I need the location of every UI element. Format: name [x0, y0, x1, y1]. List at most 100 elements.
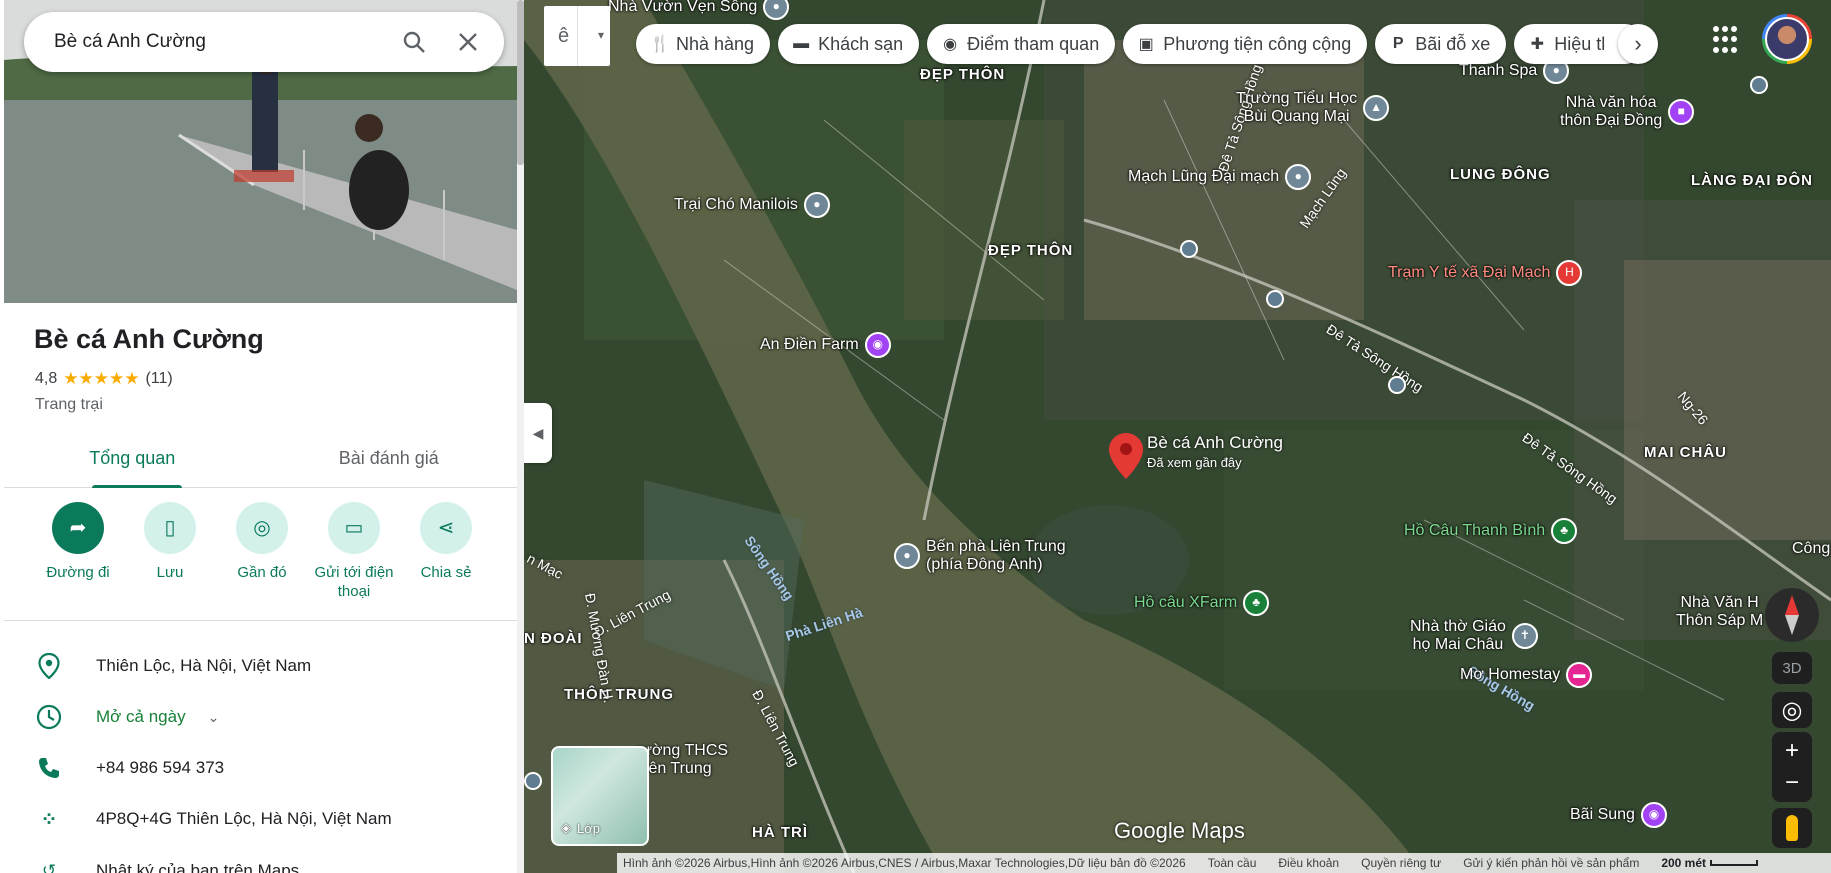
poi-nha-van-thon-sap[interactable]: Nhà Văn H Thôn Sáp M: [1676, 594, 1763, 631]
collapse-panel-button[interactable]: ◀: [524, 403, 552, 463]
feedback-link[interactable]: Gửi ý kiến phản hồi về sản phẩm: [1463, 856, 1639, 870]
tab-reviews[interactable]: Bài đánh giá: [261, 436, 518, 487]
nearby-button[interactable]: ◎ Gần đó: [216, 502, 308, 602]
imagery-credit: Hình ảnh ©2026 Airbus,Hình ảnh ©2026 Air…: [623, 856, 1186, 870]
layers-text: Lớp: [577, 820, 600, 836]
camera-icon: ◉: [864, 332, 891, 358]
bus-stop-icon[interactable]: [1266, 290, 1284, 308]
bus-stop-icon[interactable]: [524, 772, 542, 790]
input-tools-button[interactable]: ê ▾: [544, 6, 610, 66]
poi-ben-pha[interactable]: Bến phà Liên Trung (phía Đông Anh) ●: [894, 538, 1066, 575]
poi-truong-tieu-hoc[interactable]: Trường Tiểu Học Bùi Quang Mại ▲: [1236, 90, 1390, 127]
poi-mach-lung[interactable]: Mạch Lũng Đại mạch ●: [1128, 164, 1312, 190]
poi-nha-vuon[interactable]: Nhà Vườn Vẹn Sông ●: [608, 0, 790, 20]
terms-link[interactable]: Điều khoản: [1278, 856, 1339, 870]
chip-label: Khách sạn: [818, 33, 904, 54]
panel-scrollbar[interactable]: [517, 0, 524, 873]
zoom-in-button[interactable]: +: [1785, 737, 1799, 765]
hours-row[interactable]: Mở cả ngày ⌄: [34, 702, 219, 732]
close-icon[interactable]: [448, 22, 488, 62]
action-label: Gửi tới điện thoại: [314, 564, 394, 600]
chip-parking[interactable]: P Bãi đỗ xe: [1375, 24, 1507, 64]
divider: [577, 6, 578, 66]
poi-ho-cau-thanh-binh[interactable]: Hồ Câu Thanh Bình ♣: [1404, 518, 1578, 544]
layers-button[interactable]: ◈ Lớp: [551, 746, 649, 846]
poi-truong-thcs[interactable]: rường THCS Liên Trung: [636, 742, 728, 779]
poi-trai-cho[interactable]: Trại Chó Manilois ●: [674, 192, 830, 218]
privacy-link[interactable]: Quyền riêng tư: [1361, 856, 1441, 870]
poi-tram-y-te[interactable]: Trạm Y tế xã Đại Mạch H: [1388, 260, 1583, 286]
plus-code-row[interactable]: ⁘ 4P8Q+4G Thiên Lộc, Hà Nội, Việt Nam: [34, 804, 392, 834]
scale-bar[interactable]: 200 mét: [1661, 856, 1759, 870]
map-canvas[interactable]: ĐẸP THÔN ĐẸP THÔN LUNG ĐÔNG LÀNG ĐẠI ĐÔN…: [524, 0, 1831, 873]
share-button[interactable]: ⋖ Chia sẻ: [400, 502, 492, 602]
clock-icon: [34, 702, 64, 732]
layers-icon: ◈: [561, 820, 571, 835]
bus-stop-icon[interactable]: [1180, 240, 1198, 258]
church-icon: ✝: [1511, 623, 1538, 650]
place-category[interactable]: Trang trại: [35, 396, 103, 414]
search-icon[interactable]: [394, 22, 434, 62]
bus-stop-icon[interactable]: [1388, 376, 1406, 394]
3d-toggle-button[interactable]: 3D: [1772, 652, 1812, 684]
marker-title: Bè cá Anh Cường: [1147, 433, 1283, 452]
send-to-phone-button[interactable]: ▭ Gửi tới điện thoại: [308, 502, 400, 602]
directions-button[interactable]: ➦ Đường đi: [32, 502, 124, 602]
restaurant-icon: 🍴: [650, 36, 670, 53]
account-avatar[interactable]: [1762, 14, 1812, 64]
chip-hotels[interactable]: ▬ Khách sạn: [778, 24, 920, 64]
chip-label: Nhà hàng: [676, 33, 755, 54]
search-box[interactable]: Bè cá Anh Cường: [24, 12, 504, 72]
poi-label: Thanh Spa: [1459, 61, 1538, 79]
divider: [4, 620, 517, 621]
selected-place-marker[interactable]: Bè cá Anh Cường Đã xem gần đây: [1109, 433, 1283, 484]
chevron-down-icon[interactable]: ▾: [598, 28, 604, 42]
zoom-out-button[interactable]: −: [1785, 769, 1799, 797]
bus-stop-icon[interactable]: [1750, 76, 1768, 94]
poi-mo-homestay[interactable]: Mơ Homestay ▬: [1460, 662, 1593, 688]
search-input[interactable]: Bè cá Anh Cường: [54, 31, 380, 53]
park-icon: ♣: [1551, 518, 1578, 544]
history-row[interactable]: ↺ Nhật ký của bạn trên Maps: [34, 856, 299, 873]
pegman-icon: [1786, 815, 1798, 841]
compass-button[interactable]: [1765, 588, 1819, 642]
scale-label: 200 mét: [1661, 856, 1707, 870]
category-chips: 🍴 Nhà hàng ▬ Khách sạn ◉ Điểm tham quan …: [636, 24, 1646, 64]
poi-bai-sung[interactable]: Bãi Sung ◉: [1570, 802, 1667, 828]
street-view-pegman[interactable]: [1772, 808, 1812, 848]
bookmark-icon: ▯: [144, 502, 196, 554]
marker-subtitle: Đã xem gần đây: [1147, 455, 1242, 470]
place-tabs: Tổng quan Bài đánh giá: [4, 436, 517, 488]
poi-label: Mơ Homestay: [1460, 665, 1561, 683]
tab-overview[interactable]: Tổng quan: [4, 436, 261, 488]
poi-nha-tho[interactable]: Nhà thờ Giáo họ Mai Châu ✝: [1410, 618, 1538, 655]
share-icon: ⋖: [420, 502, 472, 554]
area-label: MAI CHÂU: [1644, 444, 1727, 461]
chips-next-button[interactable]: ›: [1618, 24, 1658, 64]
my-location-button[interactable]: ◎: [1772, 692, 1812, 728]
action-buttons: ➦ Đường đi ▯ Lưu ◎ Gần đó ▭ Gửi tới điện…: [4, 502, 517, 602]
chip-label: Điểm tham quan: [967, 33, 1100, 54]
poi-nha-van-hoa-dai-dong[interactable]: Nhà văn hóa thôn Đại Đồng ■: [1560, 94, 1695, 131]
address-row[interactable]: Thiên Lộc, Hà Nội, Việt Nam: [34, 651, 311, 681]
poi-label: Hồ Câu Thanh Bình: [1404, 521, 1546, 539]
chevron-right-icon: ›: [1634, 31, 1642, 56]
chip-restaurants[interactable]: 🍴 Nhà hàng: [636, 24, 771, 64]
phone-row[interactable]: +84 986 594 373: [34, 753, 224, 783]
poi-an-dien-farm[interactable]: An Điền Farm ◉: [760, 332, 891, 358]
review-count[interactable]: (11): [145, 370, 172, 388]
chip-transit[interactable]: ▣ Phương tiện công cộng: [1123, 24, 1368, 64]
save-button[interactable]: ▯ Lưu: [124, 502, 216, 602]
rating-row[interactable]: 4,8 ★★★★★ (11): [35, 369, 173, 389]
poi-ho-cau-xfarm[interactable]: Hồ câu XFarm ♣: [1134, 590, 1270, 616]
chevron-down-icon[interactable]: ⌄: [208, 709, 220, 726]
camera-icon: ◉: [943, 36, 958, 53]
google-apps-icon[interactable]: [1713, 26, 1741, 54]
global-link[interactable]: Toàn cầu: [1208, 856, 1257, 870]
chip-attractions[interactable]: ◉ Điểm tham quan: [927, 24, 1116, 64]
poi-cong[interactable]: Công: [1792, 540, 1830, 558]
action-label: Gần đó: [237, 564, 287, 581]
poi-label: Nhà Vườn Vẹn Sông: [608, 0, 758, 15]
history-text: Nhật ký của bạn trên Maps: [96, 861, 300, 873]
area-label: LÀNG ĐẠI ĐÔN: [1691, 172, 1813, 189]
